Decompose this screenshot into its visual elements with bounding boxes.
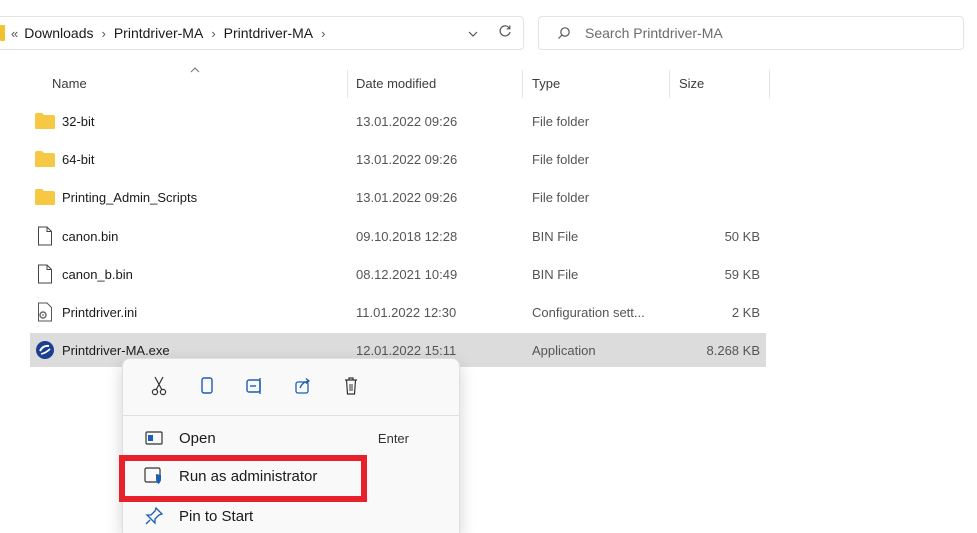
breadcrumb-separator[interactable]: › <box>102 26 106 41</box>
column-header-row: Name Date modified Type Size <box>0 66 977 100</box>
file-size <box>670 142 760 176</box>
rename-icon[interactable] <box>231 371 279 401</box>
breadcrumb-item-printdriver-ma-sub[interactable]: Printdriver-MA <box>224 25 313 41</box>
file-date: 09.10.2018 12:28 <box>356 228 458 244</box>
menu-item-open[interactable]: Open Enter <box>133 420 449 456</box>
file-date: 08.12.2021 10:49 <box>356 266 458 282</box>
file-row[interactable]: 64-bit 13.01.2022 09:26 File folder <box>30 142 766 176</box>
file-name: 64-bit <box>62 151 95 167</box>
file-size: 59 KB <box>724 266 760 282</box>
folder-icon <box>34 186 56 208</box>
breadcrumb: « Downloads › Printdriver-MA › Printdriv… <box>11 25 459 41</box>
file-name: 32-bit <box>62 113 95 129</box>
file-size: 2 KB <box>731 304 760 320</box>
search-input[interactable] <box>585 25 945 41</box>
menu-item-label: Pin to Start <box>179 507 254 525</box>
delete-icon[interactable] <box>327 371 375 401</box>
file-name: canon.bin <box>62 228 119 244</box>
file-type: BIN File <box>532 228 579 244</box>
breadcrumb-item-printdriver-ma[interactable]: Printdriver-MA <box>114 25 203 41</box>
toolbar: « Downloads › Printdriver-MA › Printdriv… <box>0 0 977 66</box>
file-date: 13.01.2022 09:26 <box>356 151 458 167</box>
file-size <box>670 180 760 214</box>
column-header-size[interactable]: Size <box>679 66 704 100</box>
file-date: 13.01.2022 09:26 <box>356 189 458 205</box>
breadcrumb-item-downloads[interactable]: Downloads <box>24 25 93 41</box>
refresh-icon[interactable] <box>487 24 523 43</box>
pin-icon <box>141 506 167 526</box>
file-row[interactable]: canon.bin 09.10.2018 12:28 BIN File 50 K… <box>30 219 766 253</box>
file-name: Printdriver.ini <box>62 304 138 320</box>
column-divider[interactable] <box>522 70 523 98</box>
open-icon <box>141 431 167 445</box>
file-row[interactable]: canon_b.bin 08.12.2021 10:49 BIN File 59… <box>30 257 766 291</box>
folder-accent-icon <box>0 25 5 41</box>
folder-icon <box>34 148 56 170</box>
search-icon <box>558 27 570 39</box>
context-menu: Open Enter Run as administrator Pin to S… <box>122 358 460 533</box>
file-row[interactable]: 32-bit 13.01.2022 09:26 File folder <box>30 104 766 138</box>
file-type: File folder <box>532 189 590 205</box>
file-size: 8.268 KB <box>706 342 761 358</box>
file-date: 13.01.2022 09:26 <box>356 113 458 129</box>
highlight-annotation-box <box>119 455 367 502</box>
breadcrumb-separator[interactable]: › <box>211 26 215 41</box>
file-name: canon_b.bin <box>62 266 133 282</box>
address-bar[interactable]: « Downloads › Printdriver-MA › Printdriv… <box>0 16 524 50</box>
share-icon[interactable] <box>279 371 327 401</box>
file-name: Printing_Admin_Scripts <box>62 189 198 205</box>
copy-icon[interactable] <box>183 371 231 401</box>
file-size: 50 KB <box>724 228 760 244</box>
file-type: Configuration sett... <box>532 304 645 320</box>
file-type: Application <box>532 342 596 358</box>
chevron-down-icon[interactable] <box>459 26 487 40</box>
menu-item-pin-to-start[interactable]: Pin to Start <box>133 498 449 533</box>
file-icon <box>34 263 56 285</box>
file-row[interactable]: Printing_Admin_Scripts 13.01.2022 09:26 … <box>30 180 766 214</box>
file-type: File folder <box>532 151 590 167</box>
column-divider[interactable] <box>347 70 348 98</box>
file-row[interactable]: Printdriver.ini 11.01.2022 12:30 Configu… <box>30 295 766 329</box>
sort-ascending-icon <box>190 66 200 77</box>
context-menu-divider <box>123 415 459 416</box>
folder-icon <box>34 110 56 132</box>
column-divider[interactable] <box>769 70 770 98</box>
context-menu-toolbar <box>135 371 375 401</box>
menu-item-shortcut: Enter <box>377 430 409 446</box>
column-header-type[interactable]: Type <box>532 66 560 100</box>
app-icon <box>34 339 56 361</box>
column-header-name[interactable]: Name <box>52 66 87 100</box>
cut-icon[interactable] <box>135 371 183 401</box>
settings-file-icon <box>34 301 56 323</box>
file-type: BIN File <box>532 266 579 282</box>
file-size <box>670 104 760 138</box>
history-back-icon[interactable]: « <box>11 26 18 41</box>
search-box[interactable] <box>538 16 964 50</box>
column-header-date[interactable]: Date modified <box>356 66 436 100</box>
file-date: 11.01.2022 12:30 <box>356 304 457 320</box>
column-divider[interactable] <box>669 70 670 98</box>
breadcrumb-separator[interactable]: › <box>321 26 325 41</box>
file-type: File folder <box>532 113 590 129</box>
menu-item-label: Open <box>179 429 216 447</box>
file-name: Printdriver-MA.exe <box>62 342 170 358</box>
file-icon <box>34 225 56 247</box>
